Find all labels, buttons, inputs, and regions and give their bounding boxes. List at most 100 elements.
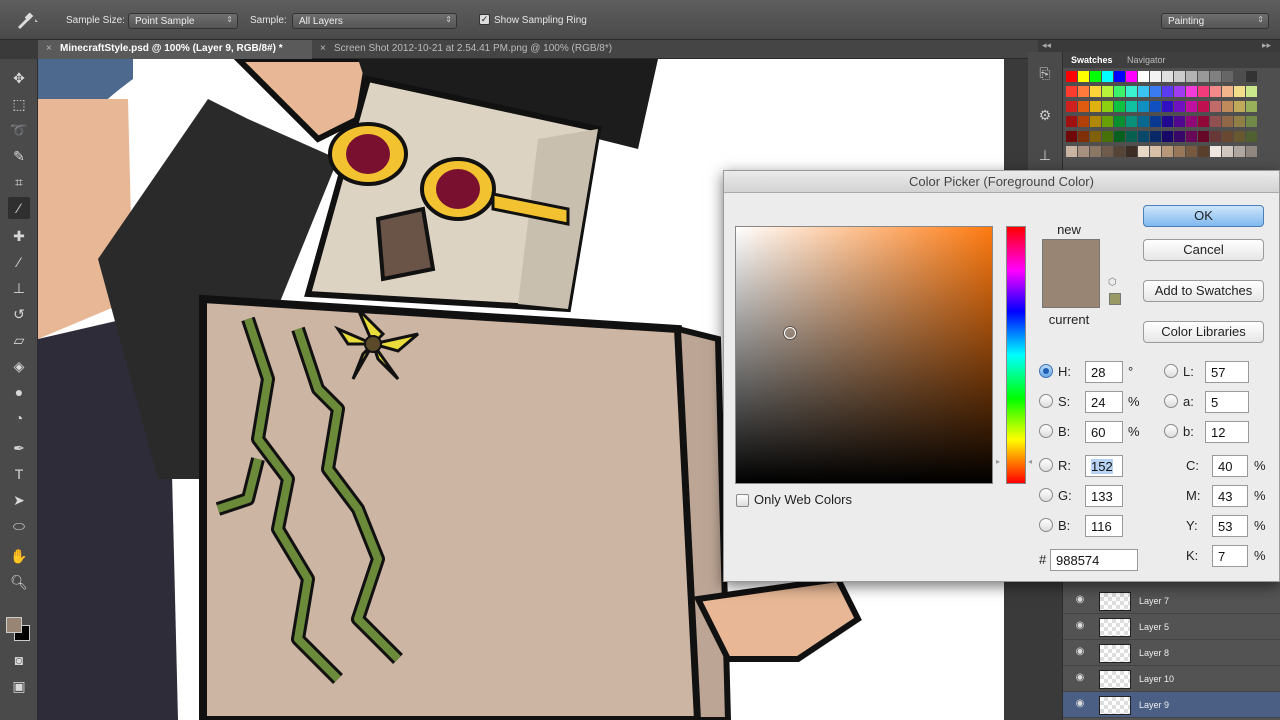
cancel-button[interactable]: Cancel: [1143, 239, 1264, 261]
swatch-cell[interactable]: [1210, 101, 1221, 112]
swatch-cell[interactable]: [1114, 101, 1125, 112]
eye-icon[interactable]: ◉: [1073, 620, 1087, 634]
out-of-gamut-icon[interactable]: ⬡: [1108, 277, 1120, 289]
brush-icon[interactable]: ∕: [8, 251, 30, 273]
slider-arrow-icon[interactable]: ▸: [996, 457, 1000, 466]
swatch-cell[interactable]: [1102, 116, 1113, 127]
swatch-cell[interactable]: [1234, 101, 1245, 112]
swatch-cell[interactable]: [1234, 86, 1245, 97]
swatch-cell[interactable]: [1150, 86, 1161, 97]
path-select-icon[interactable]: ➤: [8, 489, 30, 511]
slider-arrow-icon[interactable]: ◂: [1028, 457, 1032, 466]
blur-icon[interactable]: ●: [8, 381, 30, 403]
swatch-cell[interactable]: [1102, 146, 1113, 157]
swatch-cell[interactable]: [1174, 101, 1185, 112]
swatch-cell[interactable]: [1150, 131, 1161, 142]
swatch-cell[interactable]: [1138, 131, 1149, 142]
swatch-cell[interactable]: [1222, 131, 1233, 142]
layer-row[interactable]: ◉ Layer 8: [1063, 640, 1280, 666]
history-brush-icon[interactable]: ↺: [8, 303, 30, 325]
swatch-cell[interactable]: [1114, 131, 1125, 142]
collapse-panels-icon[interactable]: ▸▸: [1262, 40, 1271, 51]
lasso-icon[interactable]: ➰: [8, 119, 30, 141]
color-field[interactable]: [735, 226, 993, 484]
healing-icon[interactable]: ✚: [8, 225, 30, 247]
swatch-cell[interactable]: [1150, 101, 1161, 112]
swatch-cell[interactable]: [1246, 131, 1257, 142]
swatch-cell[interactable]: [1174, 86, 1185, 97]
swatch-cell[interactable]: [1138, 86, 1149, 97]
saturation-field[interactable]: 24: [1085, 391, 1123, 413]
tab-navigator[interactable]: Navigator: [1127, 55, 1166, 65]
swatch-cell[interactable]: [1162, 116, 1173, 127]
lab-a-field[interactable]: 5: [1205, 391, 1249, 413]
web-safe-swatch[interactable]: [1109, 293, 1121, 305]
clone-source-icon[interactable]: ⊥: [1034, 144, 1056, 166]
swatch-cell[interactable]: [1222, 71, 1233, 82]
hue-field[interactable]: 28: [1085, 361, 1123, 383]
swatch-cell[interactable]: [1126, 131, 1137, 142]
green-radio[interactable]: [1039, 488, 1053, 502]
pen-icon[interactable]: ✒: [8, 437, 30, 459]
swatch-cell[interactable]: [1126, 146, 1137, 157]
swatch-cell[interactable]: [1162, 146, 1173, 157]
doc-tab-minecraftstyle[interactable]: × MinecraftStyle.psd @ 100% (Layer 9, RG…: [38, 40, 312, 59]
doc-tab-screenshot[interactable]: × Screen Shot 2012-10-21 at 2.54.41 PM.p…: [312, 40, 672, 59]
brush-presets-icon[interactable]: ⚙: [1034, 104, 1056, 126]
swatch-cell[interactable]: [1078, 86, 1089, 97]
eye-icon[interactable]: ◉: [1073, 698, 1087, 712]
swatch-cell[interactable]: [1066, 116, 1077, 127]
eye-icon[interactable]: ◉: [1073, 646, 1087, 660]
swatch-cell[interactable]: [1186, 116, 1197, 127]
swatch-cell[interactable]: [1162, 131, 1173, 142]
close-icon[interactable]: ×: [320, 43, 326, 54]
current-color-swatch[interactable]: [1042, 274, 1100, 308]
layer-row[interactable]: ◉ Layer 10: [1063, 666, 1280, 692]
lab-a-radio[interactable]: [1164, 394, 1178, 408]
swatch-cell[interactable]: [1066, 71, 1077, 82]
swatch-cell[interactable]: [1222, 146, 1233, 157]
swatch-cell[interactable]: [1066, 146, 1077, 157]
swatch-cell[interactable]: [1066, 86, 1077, 97]
lab-l-field[interactable]: 57: [1205, 361, 1249, 383]
swatch-cell[interactable]: [1090, 116, 1101, 127]
paint-bucket-icon[interactable]: ◈: [8, 355, 30, 377]
foreground-background-swatch[interactable]: [4, 615, 34, 645]
layer-row[interactable]: ◉ Layer 5: [1063, 614, 1280, 640]
swatch-cell[interactable]: [1090, 86, 1101, 97]
color-field-marker[interactable]: [784, 327, 796, 339]
saturation-radio[interactable]: [1039, 394, 1053, 408]
swatch-cell[interactable]: [1234, 131, 1245, 142]
swatch-cell[interactable]: [1138, 116, 1149, 127]
swatch-cell[interactable]: [1150, 116, 1161, 127]
swatch-cell[interactable]: [1126, 101, 1137, 112]
clone-stamp-icon[interactable]: ⊥: [8, 277, 30, 299]
blue-field[interactable]: 116: [1085, 515, 1123, 537]
blue-radio[interactable]: [1039, 518, 1053, 532]
swatch-cell[interactable]: [1102, 131, 1113, 142]
eyedropper-icon[interactable]: [14, 10, 44, 30]
marquee-icon[interactable]: ⬚: [8, 93, 30, 115]
swatch-cell[interactable]: [1102, 71, 1113, 82]
foreground-color[interactable]: [6, 617, 22, 633]
workspace-select[interactable]: Painting ⇕: [1161, 13, 1269, 29]
crop-icon[interactable]: ⌗: [8, 171, 30, 193]
swatch-cell[interactable]: [1114, 71, 1125, 82]
history-icon[interactable]: ⎘: [1034, 62, 1056, 84]
swatch-cell[interactable]: [1078, 71, 1089, 82]
swatch-cell[interactable]: [1114, 116, 1125, 127]
show-sampling-ring-checkbox[interactable]: ✓: [479, 14, 490, 25]
sample-select[interactable]: All Layers ⇕: [292, 13, 457, 29]
swatch-cell[interactable]: [1090, 101, 1101, 112]
swatch-grid[interactable]: [1066, 71, 1261, 166]
swatch-cell[interactable]: [1066, 101, 1077, 112]
swatch-cell[interactable]: [1246, 86, 1257, 97]
color-libraries-button[interactable]: Color Libraries: [1143, 321, 1264, 343]
add-to-swatches-button[interactable]: Add to Swatches: [1143, 280, 1264, 302]
close-icon[interactable]: ×: [46, 43, 52, 54]
red-field[interactable]: 152: [1085, 455, 1123, 477]
lab-b-radio[interactable]: [1164, 424, 1178, 438]
swatch-cell[interactable]: [1198, 146, 1209, 157]
swatch-cell[interactable]: [1186, 146, 1197, 157]
collapse-panels-icon[interactable]: ◂◂: [1042, 40, 1051, 51]
